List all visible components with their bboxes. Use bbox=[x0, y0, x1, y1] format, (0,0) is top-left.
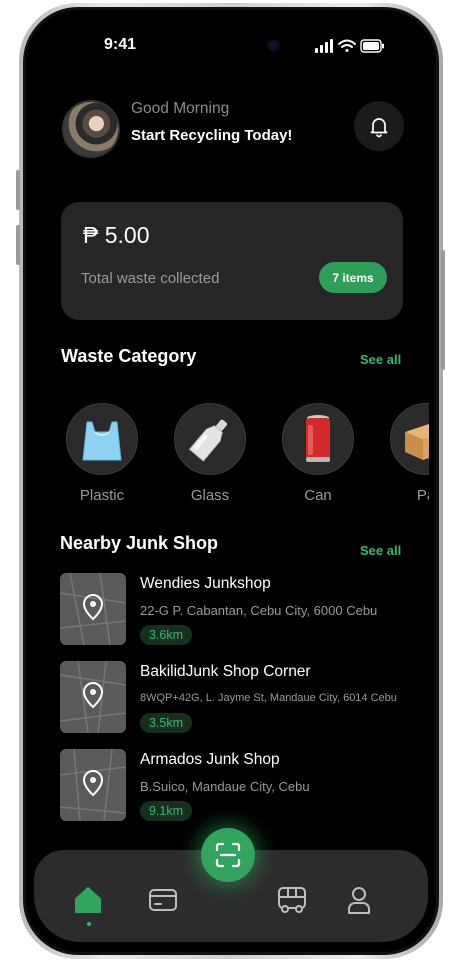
scan-icon bbox=[215, 842, 241, 868]
dynamic-island bbox=[168, 30, 308, 60]
battery-icon bbox=[360, 39, 384, 53]
scan-button[interactable] bbox=[201, 828, 255, 882]
balance-card[interactable]: ₱ 5.00 Total waste collected 7 items bbox=[61, 202, 403, 320]
plastic-bag-icon bbox=[82, 421, 122, 461]
waste-category-see-all-link[interactable]: See all bbox=[360, 352, 401, 367]
shop-list-item[interactable]: BakilidJunk Shop Corner 8WQP+42G, L. Jay… bbox=[60, 661, 420, 735]
nav-wallet[interactable] bbox=[143, 880, 183, 920]
status-icons bbox=[315, 39, 384, 53]
wallet-icon bbox=[149, 889, 177, 911]
shop-name: Wendies Junkshop bbox=[140, 575, 271, 592]
bus-icon bbox=[278, 887, 306, 913]
shop-name: BakilidJunk Shop Corner bbox=[140, 663, 311, 680]
shop-list-item[interactable]: Wendies Junkshop 22-G P. Cabantan, Cebu … bbox=[60, 573, 420, 647]
paper-box-icon bbox=[405, 424, 429, 460]
map-thumbnail bbox=[60, 573, 126, 645]
balance-amount: ₱ 5.00 bbox=[83, 222, 150, 248]
shop-address: 22-G P. Cabantan, Cebu City, 6000 Cebu bbox=[140, 603, 378, 618]
signal-icon bbox=[315, 39, 333, 53]
volume-down-button bbox=[16, 225, 20, 265]
waste-category-title: Waste Category bbox=[61, 346, 197, 366]
avatar[interactable] bbox=[62, 100, 120, 158]
category-label: Can bbox=[304, 487, 332, 504]
bell-icon bbox=[370, 118, 388, 138]
nearby-see-all-link[interactable]: See all bbox=[360, 543, 401, 558]
map-thumbnail bbox=[60, 661, 126, 733]
category-paper-clip: Pa bbox=[389, 403, 429, 523]
shop-list-item[interactable]: Armados Junk Shop B.Suico, Mandaue City,… bbox=[60, 749, 420, 823]
category-label: Glass bbox=[190, 487, 230, 504]
shop-distance-badge: 3.5km bbox=[140, 713, 193, 733]
nav-home[interactable] bbox=[68, 880, 108, 920]
front-camera bbox=[269, 41, 278, 50]
nav-bus[interactable] bbox=[272, 880, 312, 920]
total-waste-label: Total waste collected bbox=[81, 270, 220, 287]
items-count-badge[interactable]: 7 items bbox=[319, 262, 387, 293]
nav-profile[interactable] bbox=[339, 880, 379, 920]
category-can[interactable]: Can bbox=[281, 403, 355, 504]
shop-distance-badge: 3.6km bbox=[140, 625, 193, 645]
soda-can-icon bbox=[306, 415, 330, 462]
app-screen: 9:41 Good Morning Start Recycling Today!… bbox=[26, 10, 436, 952]
shop-address: 8WQP+42G, L. Jayme St, Mandaue City, 601… bbox=[140, 692, 397, 704]
notifications-button[interactable] bbox=[354, 101, 404, 151]
category-paper[interactable]: Pa bbox=[389, 403, 429, 504]
glass-bottle-icon bbox=[188, 419, 228, 462]
shop-address: B.Suico, Mandaue City, Cebu bbox=[140, 779, 310, 794]
category-glass[interactable]: Glass bbox=[173, 403, 247, 504]
shop-name: Armados Junk Shop bbox=[140, 751, 280, 768]
category-label: Plastic bbox=[79, 487, 125, 504]
greeting-subtitle: Start Recycling Today! bbox=[131, 127, 293, 144]
greeting-text: Good Morning bbox=[131, 100, 230, 117]
volume-up-button bbox=[16, 170, 20, 210]
status-time: 9:41 bbox=[104, 36, 137, 53]
home-icon bbox=[75, 887, 101, 913]
map-thumbnail bbox=[60, 749, 126, 821]
wifi-icon bbox=[338, 39, 356, 52]
power-button bbox=[441, 250, 445, 370]
nearby-junk-shop-title: Nearby Junk Shop bbox=[60, 533, 219, 553]
active-nav-indicator bbox=[87, 922, 91, 926]
shop-distance-badge: 9.1km bbox=[140, 801, 193, 821]
category-label: Pa bbox=[416, 487, 429, 504]
profile-icon bbox=[348, 887, 370, 914]
category-plastic[interactable]: Plastic bbox=[65, 403, 139, 504]
